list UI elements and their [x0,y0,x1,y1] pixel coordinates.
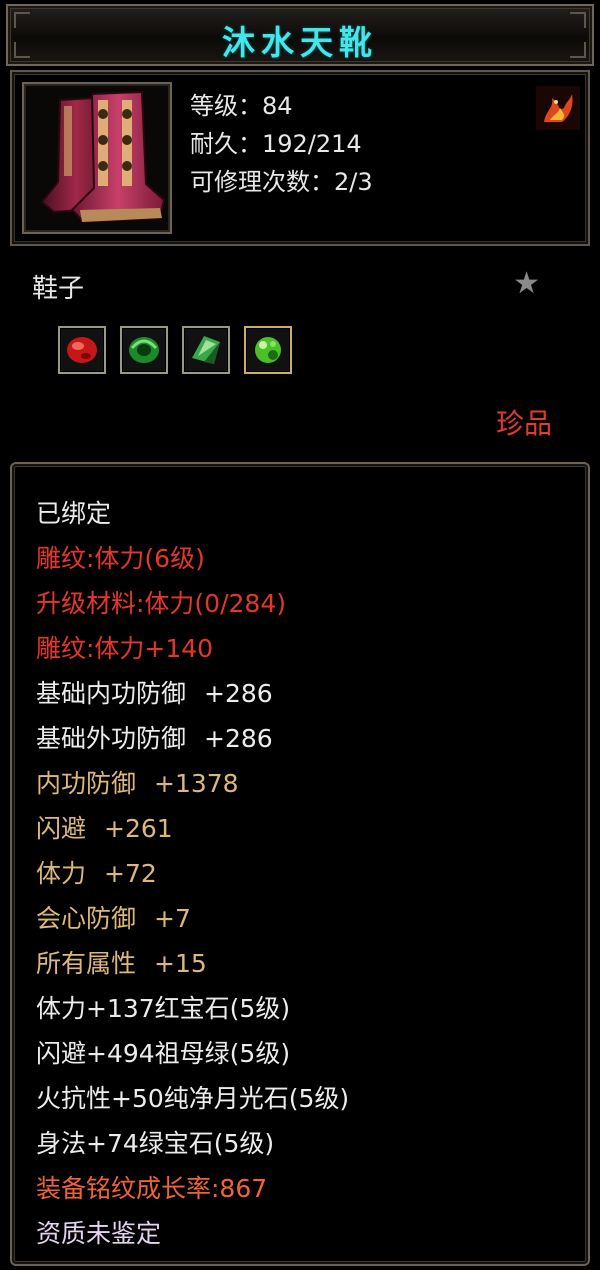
all-attributes: 所有属性 +15 [36,944,207,980]
boots-icon [22,82,172,234]
attr-label: 所有属性 [36,949,137,978]
attr-value: +1378 [154,769,239,798]
item-type-section: 鞋子 ★ 珍品 [10,250,590,456]
inner-defense: 内功防御 +1378 [36,764,239,800]
star-icon[interactable]: ★ [513,266,540,301]
engrave-bonus: 雕纹:体力+140 [36,634,214,663]
bound-status: 已绑定 [36,499,112,528]
base-inner-defense: 基础内功防御 +286 [36,674,273,710]
upgrade-material: 升级材料:体力(0/284) [36,589,286,618]
attr-label: 基础外功防御 [36,724,187,753]
attr-label: 会心防御 [36,904,137,933]
level-stat: 等级：84 [190,92,293,120]
item-type: 鞋子 [32,274,85,304]
crit-defense: 会心防御 +7 [36,899,191,935]
gem-bonus-moonstone: 火抗性+50纯净月光石(5级) [36,1084,350,1113]
attribute-panel: 已绑定 雕纹:体力(6级) 升级材料:体力(0/284) 雕纹:体力+140 基… [10,462,590,1266]
moonstone-gem-icon [182,326,230,374]
item-name: 沐水天靴 [222,23,378,62]
ruby-gem-icon [58,326,106,374]
attr-label: 体力 [36,859,87,888]
attr-label: 内功防御 [36,769,137,798]
attr-value: +286 [204,679,273,708]
engrave-level: 雕纹:体力(6级) [36,544,205,573]
aptitude-status: 资质未鉴定 [36,1219,162,1248]
rarity-label: 珍品 [495,407,552,440]
attr-label: 闪避 [36,814,87,843]
green-gem-icon [244,326,292,374]
title-bar: 沐水天靴 [6,4,594,66]
repair-count-stat: 可修理次数：2/3 [190,168,373,196]
gem-bonus-emerald: 闪避+494祖母绿(5级) [36,1039,291,1068]
dodge: 闪避 +261 [36,809,173,845]
attr-value: +15 [154,949,207,978]
gem-bonus-ruby: 体力+137红宝石(5级) [36,994,291,1023]
gem-bonus-green: 身法+74绿宝石(5级) [36,1129,275,1158]
item-header: 等级：84 耐久：192/214 可修理次数：2/3 [10,70,590,246]
durability-stat: 耐久：192/214 [190,130,362,158]
attr-value: +72 [104,859,157,888]
item-tooltip: 沐水天靴 等级：84 耐久：192/214 可修理次数：2/3 鞋子 ★ 珍品 … [0,0,600,1270]
base-outer-defense: 基础外功防御 +286 [36,719,273,755]
attr-label: 基础内功防御 [36,679,187,708]
attr-value: +286 [204,724,273,753]
flame-emblem-icon [536,86,580,130]
attr-value: +7 [154,904,191,933]
attr-value: +261 [104,814,173,843]
stamina: 体力 +72 [36,854,157,890]
growth-rate: 装备铭纹成长率:867 [36,1174,268,1203]
emerald-gem-icon [120,326,168,374]
